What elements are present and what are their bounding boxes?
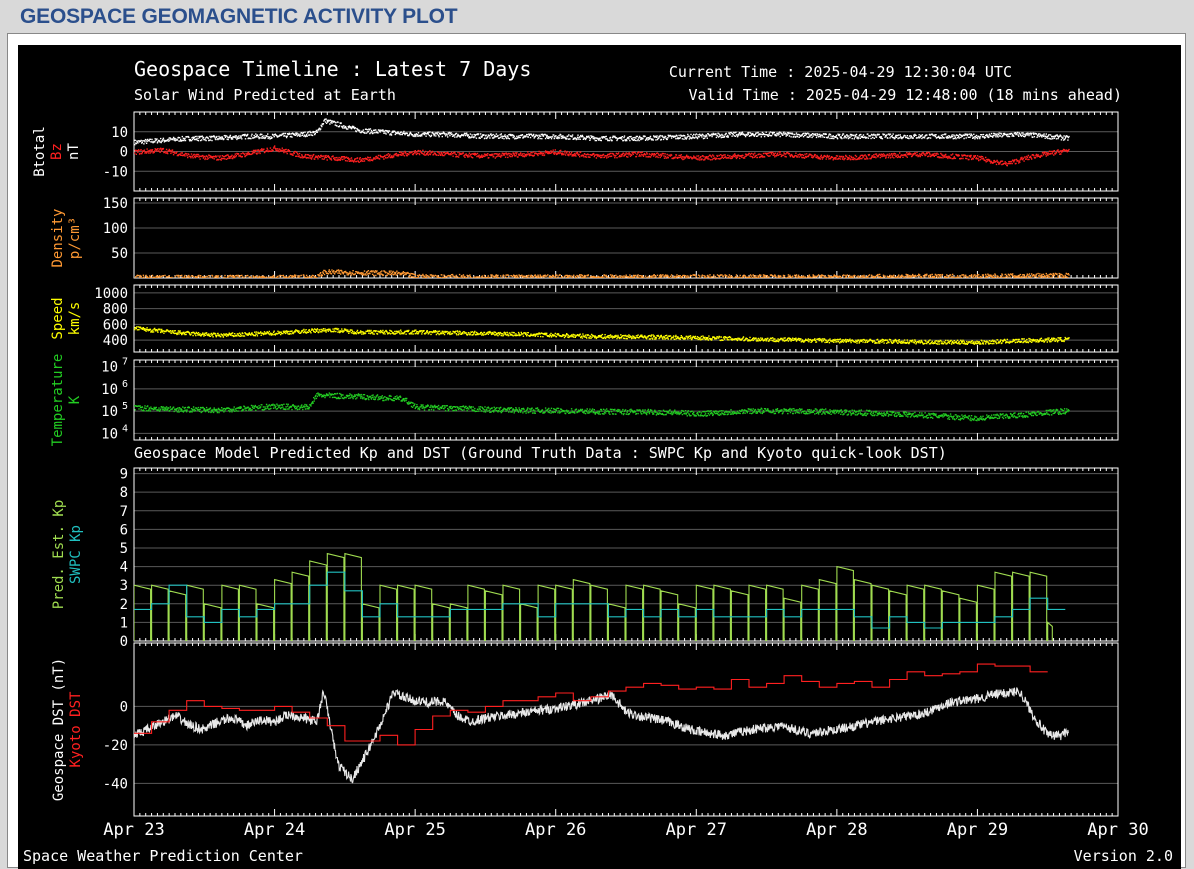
ytick-label-kp: 6 — [120, 522, 128, 538]
ylabel-kp: SWPC Kp — [68, 525, 84, 584]
ylabel-speed: km/s — [67, 302, 83, 336]
ytick-label-kp: 2 — [120, 597, 128, 613]
page-title: GEOSPACE GEOMAGNETIC ACTIVITY PLOT — [20, 5, 458, 28]
series-geospace-dst — [134, 687, 1069, 784]
ytick-label-magnetic-field: 0 — [120, 145, 128, 161]
ylabel-kp: Pred. Est. Kp — [51, 500, 67, 610]
ytick-exponent-temperature: 7 — [122, 357, 128, 368]
panel-frame-temperature — [133, 359, 1119, 441]
xtick-label: Apr 26 — [525, 820, 586, 840]
ytick-label-kp: 9 — [120, 467, 128, 483]
ytick-label-temperature: 10 — [101, 426, 118, 442]
ytick-label-kp: 3 — [120, 578, 128, 594]
ytick-label-speed: 1000 — [94, 286, 128, 302]
xtick-label: Apr 30 — [1087, 820, 1148, 840]
ytick-label-speed: 600 — [103, 317, 128, 333]
ytick-label-magnetic-field: -10 — [103, 164, 128, 180]
ytick-label-dst: -20 — [103, 738, 128, 754]
valid-time: Valid Time : 2025-04-29 12:48:00 (18 min… — [689, 86, 1122, 104]
chart-title: Geospace Timeline : Latest 7 Days — [134, 57, 531, 81]
ytick-label-temperature: 10 — [101, 382, 118, 398]
ytick-label-speed: 800 — [103, 302, 128, 318]
ytick-exponent-temperature: 5 — [122, 401, 128, 412]
footer-left: Space Weather Prediction Center — [23, 847, 303, 865]
ytick-label-kp: 1 — [120, 615, 128, 631]
ylabel-density: Density — [50, 208, 66, 267]
ytick-exponent-temperature: 6 — [122, 379, 128, 390]
plot-frame: Geospace Timeline : Latest 7 Days Solar … — [7, 33, 1186, 869]
ytick-label-kp: 0 — [120, 634, 128, 650]
ytick-label-dst: -40 — [103, 776, 128, 792]
xtick-label: Apr 27 — [666, 820, 727, 840]
footer-right: Version 2.0 — [1074, 847, 1173, 865]
ytick-label-density: 100 — [103, 221, 128, 237]
ylabel-dst: Geospace DST (nT) — [51, 658, 67, 801]
geospace-plot: Geospace Timeline : Latest 7 Days Solar … — [18, 45, 1181, 869]
ytick-exponent-temperature: 4 — [122, 423, 128, 434]
ytick-label-kp: 5 — [120, 541, 128, 557]
xtick-label: Apr 25 — [384, 820, 445, 840]
series-bz — [134, 145, 1070, 167]
series-kyoto-dst — [134, 663, 1048, 746]
ytick-label-temperature: 10 — [101, 360, 118, 376]
ylabel-magnetic-field: Btotal — [32, 126, 48, 177]
xtick-label: Apr 23 — [103, 820, 164, 840]
ylabel-speed: Speed — [50, 297, 66, 339]
ytick-label-kp: 4 — [120, 560, 128, 576]
current-time: Current Time : 2025-04-29 12:30:04 UTC — [669, 63, 1012, 81]
ytick-label-dst: 0 — [120, 699, 128, 715]
ytick-label-temperature: 10 — [101, 404, 118, 420]
xtick-label: Apr 28 — [806, 820, 867, 840]
model-title: Geospace Model Predicted Kp and DST (Gro… — [134, 444, 947, 462]
ytick-label-speed: 400 — [103, 333, 128, 349]
chart-subtitle: Solar Wind Predicted at Earth — [134, 86, 396, 104]
ytick-label-kp: 7 — [120, 504, 128, 520]
ytick-label-magnetic-field: 10 — [111, 125, 128, 141]
series-temperature — [134, 392, 1070, 422]
ylabel-temperature: K — [67, 395, 83, 404]
ylabel-magnetic-field: nT — [66, 143, 82, 160]
panel-frame-density — [133, 197, 1119, 279]
ylabel-dst: Kyoto DST — [68, 691, 84, 767]
panel-frame-dst — [133, 642, 1119, 817]
ylabel-magnetic-field: Bz — [49, 143, 65, 160]
ylabel-density: p/cm³ — [67, 217, 83, 259]
ytick-label-density: 50 — [111, 246, 128, 262]
geospace-chart: Geospace Timeline : Latest 7 Days Solar … — [23, 57, 1173, 865]
xtick-label: Apr 29 — [947, 820, 1008, 840]
ytick-label-kp: 8 — [120, 485, 128, 501]
series-speed — [134, 326, 1070, 345]
ytick-label-density: 150 — [103, 196, 128, 212]
ylabel-temperature: Temperature — [50, 354, 66, 447]
xtick-label: Apr 24 — [244, 820, 305, 840]
